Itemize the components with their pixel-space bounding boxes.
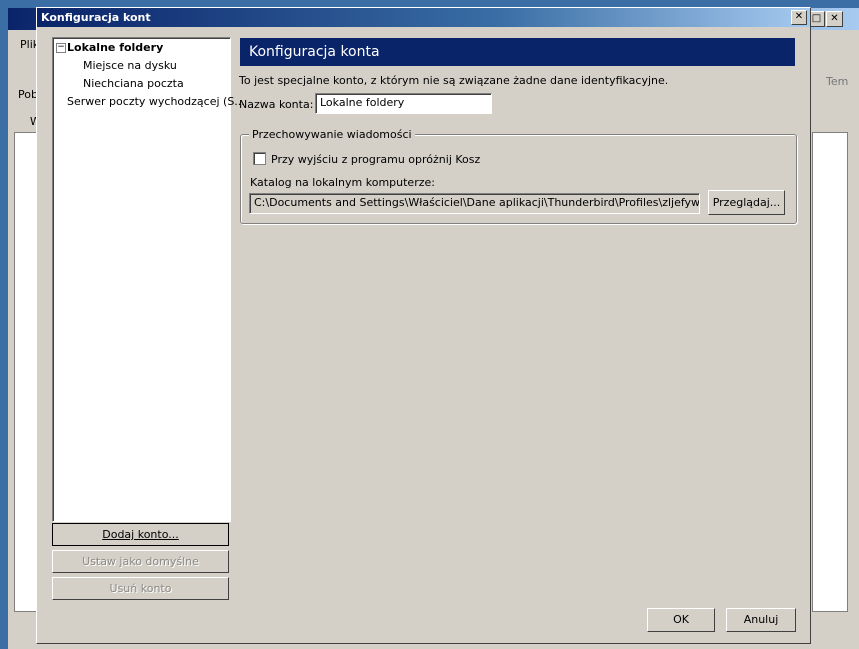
add-account-button[interactable]: Dodaj konto... xyxy=(52,523,229,546)
tree-item-junk-mail[interactable]: Niechciana poczta xyxy=(83,77,184,90)
tree-item-disk-space[interactable]: Miejsce na dysku xyxy=(83,59,177,72)
message-storage-legend: Przechowywanie wiadomości xyxy=(249,128,415,141)
set-default-button[interactable]: Ustaw jako domyślne xyxy=(52,550,229,573)
panel-description: To jest specjalne konto, z którym nie są… xyxy=(239,74,669,87)
tree-item-local-folders[interactable]: Lokalne foldery xyxy=(67,41,163,54)
background-window-controls: □ ✕ xyxy=(808,11,844,27)
dialog-titlebar: Konfiguracja kont ✕ xyxy=(37,8,810,27)
background-search-label: Tem xyxy=(826,75,849,88)
close-icon[interactable]: ✕ xyxy=(826,11,843,27)
empty-trash-checkbox[interactable] xyxy=(253,152,266,165)
tree-item-outgoing-server[interactable]: Serwer poczty wychodzącej (S... xyxy=(67,95,245,108)
background-folder-pane xyxy=(14,132,38,612)
background-toolbar-label[interactable]: Pob xyxy=(18,88,38,101)
account-settings-dialog: Konfiguracja kont ✕ − Lokalne foldery Mi… xyxy=(36,7,811,644)
empty-trash-label[interactable]: Przy wyjściu z programu opróżnij Kosz xyxy=(271,153,480,166)
local-directory-label: Katalog na lokalnym komputerze: xyxy=(250,176,435,189)
dialog-title: Konfiguracja kont xyxy=(41,11,151,24)
account-tree: − Lokalne foldery Miejsce na dysku Niech… xyxy=(52,37,245,522)
local-directory-input[interactable]: C:\Documents and Settings\Właściciel\Dan… xyxy=(249,193,700,214)
background-message-pane xyxy=(812,132,848,612)
remove-account-button[interactable]: Usuń konto xyxy=(52,577,229,600)
panel-header: Konfiguracja konta xyxy=(240,38,795,66)
cancel-button[interactable]: Anuluj xyxy=(726,608,796,632)
browse-button[interactable]: Przeglądaj... xyxy=(708,190,785,215)
collapse-icon[interactable]: − xyxy=(56,43,66,53)
account-name-input[interactable]: Lokalne foldery xyxy=(315,93,492,114)
ok-button[interactable]: OK xyxy=(647,608,715,632)
close-icon[interactable]: ✕ xyxy=(791,10,807,25)
account-name-label: Nazwa konta: xyxy=(239,98,314,111)
